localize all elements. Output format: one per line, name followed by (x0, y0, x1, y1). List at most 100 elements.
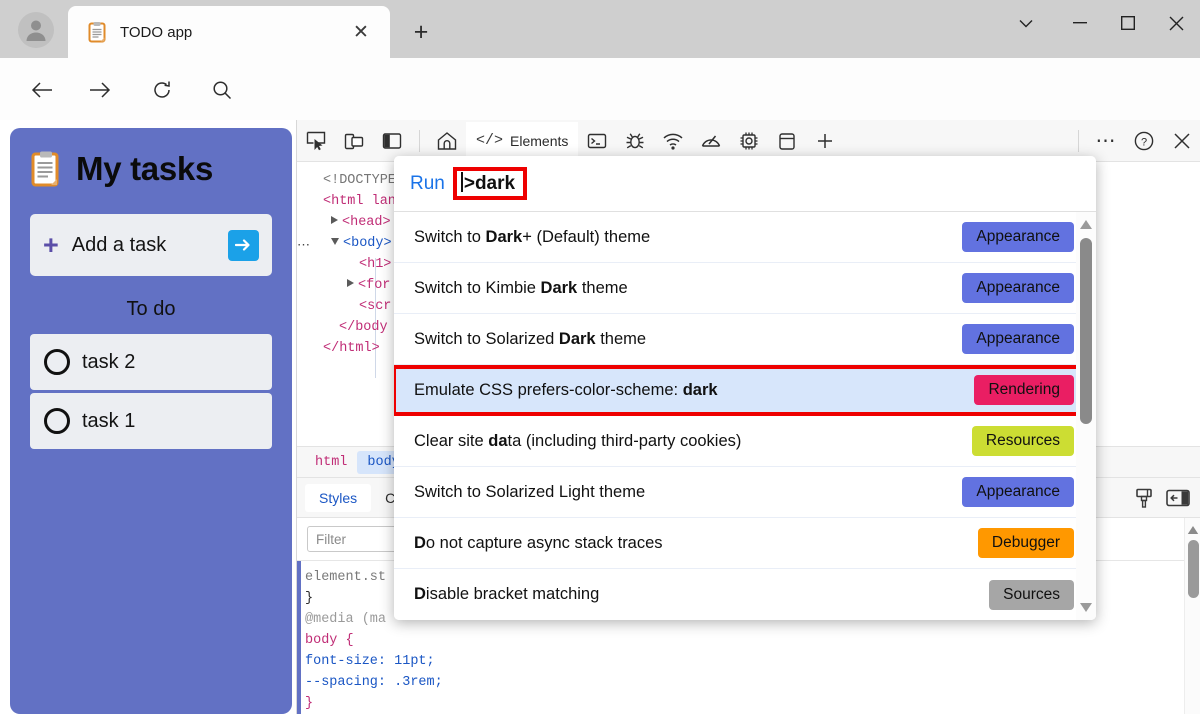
help-icon[interactable]: ? (1125, 122, 1163, 160)
page-viewport: My tasks + Add a task To do task 2 task … (0, 120, 296, 714)
task-label: task 1 (82, 410, 135, 433)
add-task-label: Add a task (72, 234, 167, 257)
css-declaration[interactable]: font-size: 11pt; (305, 654, 435, 669)
window-maximize-button[interactable] (1104, 0, 1152, 46)
command-label: Clear site data (including third-party c… (414, 432, 741, 451)
expand-triangle-icon[interactable] (347, 279, 354, 287)
scroll-up-arrow-icon[interactable] (1187, 522, 1199, 534)
list-item[interactable]: Do not capture async stack traces Debugg… (394, 518, 1096, 569)
search-icon[interactable] (202, 70, 242, 110)
command-palette-results[interactable]: Switch to Dark+ (Default) theme Appearan… (394, 212, 1096, 620)
command-label: Emulate CSS prefers-color-scheme: dark (414, 381, 718, 400)
task-checkbox[interactable] (44, 349, 70, 375)
styles-bar-actions (1127, 483, 1200, 513)
list-item[interactable]: Switch to Dark+ (Default) theme Appearan… (394, 212, 1096, 263)
console-icon[interactable] (578, 122, 616, 160)
css-selector: body { (305, 633, 354, 648)
search-input[interactable]: >dark (464, 173, 515, 194)
command-label-post: o not capture async stack traces (426, 534, 663, 552)
command-label-post: theme (596, 330, 646, 348)
command-label: Switch to Solarized Dark theme (414, 330, 646, 349)
command-palette-input-row[interactable]: Run >dark (394, 156, 1096, 212)
command-label-pre: Switch to Solarized Light theme (414, 483, 645, 501)
text-caret (461, 172, 463, 192)
scrollbar-thumb[interactable] (1188, 540, 1199, 598)
new-tab-button[interactable]: + (404, 15, 438, 49)
status-badge: Sources (989, 580, 1074, 610)
todo-app-header: My tasks (30, 150, 272, 188)
command-label-pre: Emulate CSS prefers-color-scheme: (414, 381, 683, 399)
breadcrumb-item-html[interactable]: html (305, 451, 357, 474)
list-item[interactable]: task 1 (30, 393, 272, 449)
tab-title: TODO app (120, 24, 346, 41)
debugger-icon[interactable] (616, 122, 654, 160)
status-badge: Resources (972, 426, 1074, 456)
devtools-more-button[interactable]: ⋯ (1087, 122, 1125, 160)
memory-icon[interactable] (730, 122, 768, 160)
reload-icon[interactable] (142, 70, 182, 110)
dom-line-text: </html> (323, 341, 380, 356)
close-icon[interactable]: ✕ (346, 17, 376, 47)
code-brackets-icon: </> (476, 132, 503, 149)
device-toolbar-icon[interactable] (335, 122, 373, 160)
dom-line-text: <scr (359, 299, 391, 314)
browser-tab-strip: TODO app ✕ + (0, 0, 1200, 58)
command-palette-scrollbar[interactable] (1076, 212, 1096, 620)
task-checkbox[interactable] (44, 408, 70, 434)
paint-brush-icon[interactable] (1127, 483, 1161, 513)
window-minimize-button[interactable] (1056, 0, 1104, 46)
add-task-button[interactable]: + Add a task (30, 214, 272, 276)
dom-line-text: </body (339, 320, 388, 335)
expand-triangle-icon[interactable] (331, 216, 338, 224)
list-item[interactable]: Switch to Solarized Light theme Appearan… (394, 467, 1096, 518)
command-label-post: ta (including third-party cookies) (508, 432, 742, 450)
show-computed-sidebar-icon[interactable] (1161, 483, 1195, 513)
scroll-down-arrow-icon[interactable] (1080, 603, 1092, 612)
profile-avatar[interactable] (18, 12, 54, 48)
dom-line-text: <html lang (323, 194, 404, 209)
add-panel-icon[interactable] (806, 122, 844, 160)
scroll-up-arrow-icon[interactable] (1080, 220, 1092, 229)
application-icon[interactable] (768, 122, 806, 160)
back-arrow-icon[interactable] (22, 70, 62, 110)
window-close-button[interactable] (1152, 0, 1200, 46)
list-item[interactable]: Switch to Solarized Dark theme Appearanc… (394, 314, 1096, 365)
performance-icon[interactable] (692, 122, 730, 160)
dom-more-dots[interactable]: ⋯ (297, 235, 311, 256)
command-label: Switch to Kimbie Dark theme (414, 279, 628, 298)
css-line: body { (305, 630, 1200, 651)
list-item[interactable]: task 2 (30, 334, 272, 390)
inspect-element-icon[interactable] (297, 122, 335, 160)
list-item[interactable]: Clear site data (including third-party c… (394, 416, 1096, 467)
scrollbar-thumb[interactable] (1080, 238, 1092, 424)
css-media-query: @media (ma (305, 612, 386, 627)
tab-styles[interactable]: Styles (305, 484, 371, 512)
devtools-close-button[interactable] (1163, 122, 1200, 160)
pane-accent-bar (297, 561, 301, 714)
dock-side-icon[interactable] (373, 122, 411, 160)
svg-text:?: ? (1141, 136, 1147, 148)
browser-tab[interactable]: TODO app ✕ (68, 6, 390, 58)
command-label: Switch to Solarized Light theme (414, 483, 645, 502)
css-declaration[interactable]: --spacing: .3rem; (305, 675, 443, 690)
command-label-match: D (414, 585, 426, 603)
list-item[interactable]: Disable bracket matching Sources (394, 569, 1096, 620)
styles-scrollbar[interactable] (1184, 518, 1200, 714)
home-icon[interactable] (428, 122, 466, 160)
command-palette[interactable]: Run >dark Switch to Dark+ (Default) them… (394, 156, 1096, 620)
collapse-triangle-icon[interactable] (331, 238, 339, 245)
forward-arrow-icon[interactable] (80, 70, 120, 110)
command-label-post: theme (577, 279, 627, 297)
clipboard-icon (86, 21, 108, 43)
tab-actions-chevron-icon[interactable] (1002, 0, 1050, 46)
command-palette-mode-label: Run (410, 173, 445, 195)
list-item-selected[interactable]: Emulate CSS prefers-color-scheme: dark R… (394, 365, 1096, 416)
network-icon[interactable] (654, 122, 692, 160)
todo-app-card: My tasks + Add a task To do task 2 task … (10, 128, 292, 714)
command-label-pre: Switch to (414, 228, 486, 246)
list-item[interactable]: Switch to Kimbie Dark theme Appearance (394, 263, 1096, 314)
arrow-right-icon[interactable] (228, 230, 259, 261)
tab-elements[interactable]: </> Elements (466, 122, 578, 160)
css-brace: } (305, 696, 313, 711)
command-label: Disable bracket matching (414, 585, 599, 604)
